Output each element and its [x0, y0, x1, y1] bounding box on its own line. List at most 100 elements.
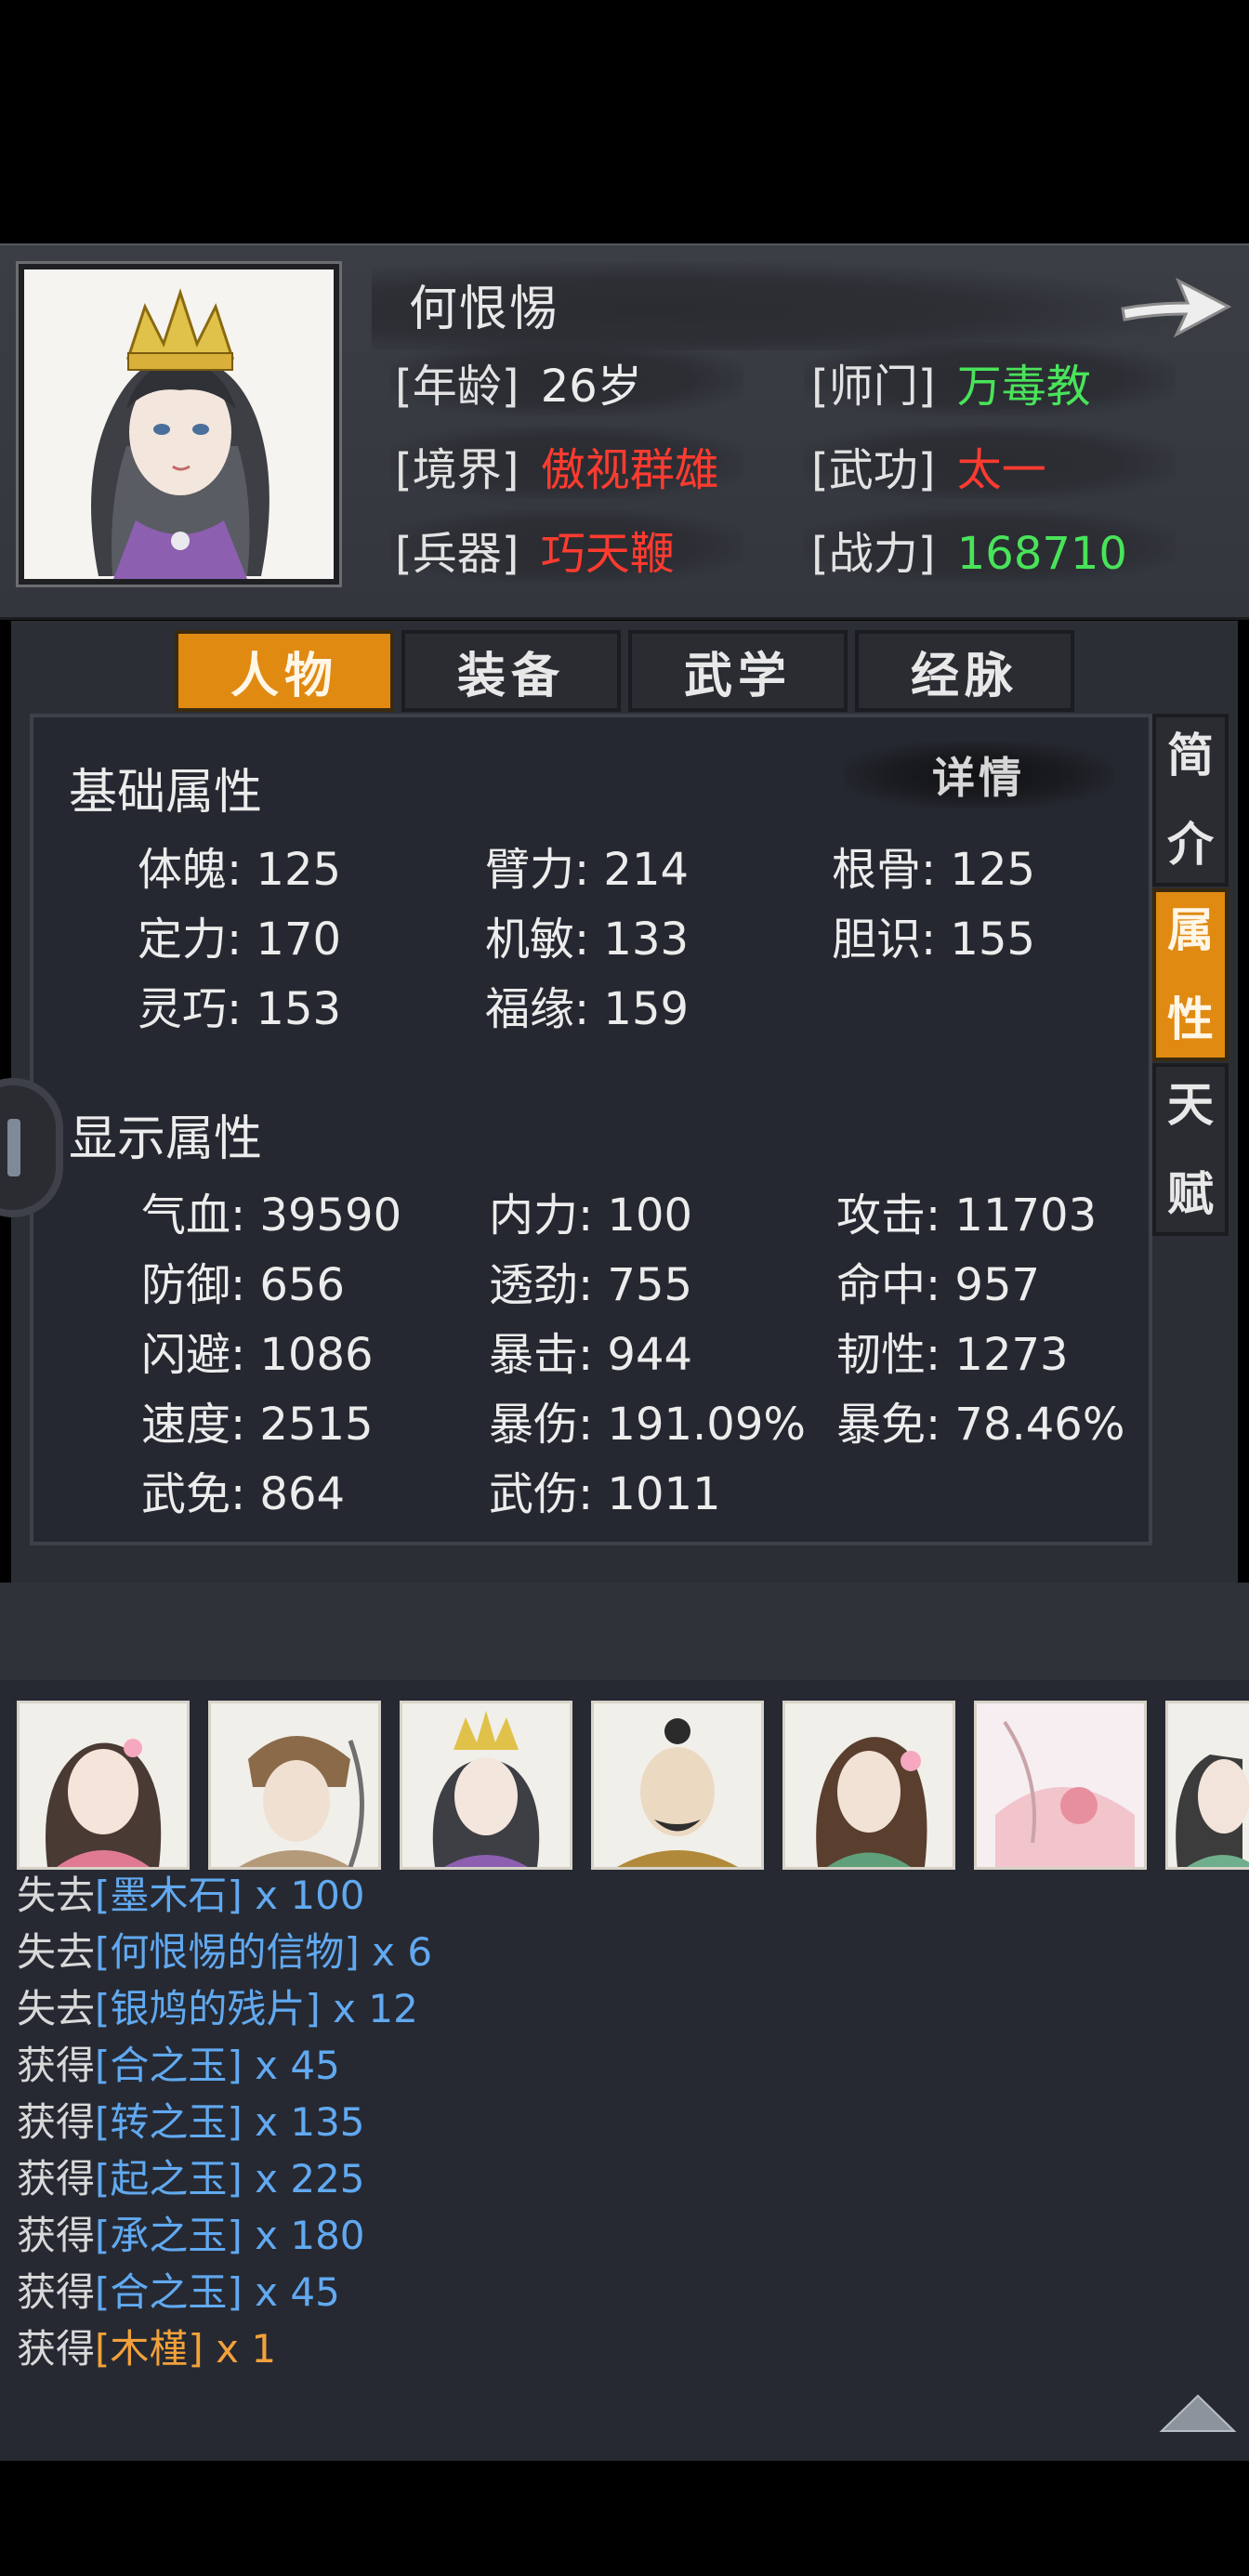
side-tab-talents[interactable]: 天 赋: [1152, 1063, 1229, 1236]
stat-display: 暴伤: 191.09%: [489, 1399, 806, 1451]
log-item[interactable]: [起之玉]: [95, 2156, 243, 2201]
side-tab-char: 性: [1167, 992, 1214, 1046]
stat-base: 定力: 170: [138, 913, 342, 966]
base-attributes-title: 基础属性: [69, 765, 263, 821]
party-portrait[interactable]: [974, 1701, 1147, 1870]
log-verb: 获得: [17, 2269, 96, 2315]
tab-bar: 人物 装备 武学 经脉: [175, 630, 1076, 714]
realm-value: 傲视群雄: [540, 444, 719, 496]
scroll-up-icon[interactable]: [1158, 2390, 1238, 2437]
drawer-handle[interactable]: [0, 1078, 63, 1217]
power-label: [战力]: [811, 528, 936, 580]
stat-display: 武伤: 1011: [489, 1468, 721, 1520]
tab-meridians[interactable]: 经脉: [855, 630, 1074, 712]
log-verb: 获得: [17, 2326, 96, 2372]
log-verb: 失去: [17, 1986, 96, 2031]
stat-display: 暴免: 78.46%: [836, 1399, 1125, 1451]
tab-character[interactable]: 人物: [175, 630, 394, 712]
portrait-illustration: [617, 1718, 738, 1867]
log-item[interactable]: [木槿]: [95, 2326, 204, 2372]
back-arrow-icon[interactable]: [1115, 266, 1236, 344]
drawer-handle-grip: [7, 1119, 20, 1176]
stat-display: 命中: 957: [836, 1259, 1041, 1311]
details-button[interactable]: 详情: [844, 742, 1113, 808]
log-quantity: x 45: [242, 2269, 340, 2315]
side-tab-char: 介: [1167, 817, 1214, 872]
log-verb: 获得: [17, 2213, 96, 2258]
sect-value: 万毒教: [956, 361, 1091, 413]
stat-base: 体魄: 125: [138, 844, 342, 896]
panel-footer: [0, 1583, 1249, 1680]
log-entry: 获得[木槿] x 1: [17, 2318, 276, 2374]
log-item[interactable]: [何恨惕的信物]: [95, 1929, 360, 1975]
side-tab-char: 天: [1167, 1077, 1214, 1132]
log-item[interactable]: [转之玉]: [95, 2099, 243, 2145]
log-quantity: x 6: [359, 1929, 433, 1975]
log-entry: 获得[转之玉] x 135: [17, 2091, 365, 2148]
portrait-illustration: [239, 1736, 364, 1867]
top-blank-area: [0, 0, 1249, 243]
log-quantity: x 45: [242, 2043, 340, 2088]
log-quantity: x 225: [242, 2156, 365, 2201]
info-martial-art: [武功] 太一: [811, 433, 1046, 498]
martial-art-value: 太一: [956, 444, 1046, 496]
tab-martial-arts[interactable]: 武学: [628, 630, 848, 712]
character-name: 何恨惕: [409, 282, 560, 337]
stat-display: 闪避: 1086: [141, 1329, 374, 1381]
portrait-illustration: [46, 1739, 162, 1867]
side-tab-char: 简: [1167, 728, 1214, 782]
info-power: [战力] 168710: [811, 517, 1127, 582]
log-item[interactable]: [墨木石]: [95, 1873, 243, 1918]
realm-label: [境界]: [395, 444, 519, 496]
stat-display: 攻击: 11703: [836, 1189, 1098, 1242]
side-tab-bar: 简 介 属 性 天 赋: [1152, 714, 1229, 1236]
info-realm: [境界] 傲视群雄: [395, 433, 719, 498]
stat-display: 透劲: 755: [489, 1259, 693, 1311]
portrait-illustration: [977, 1703, 1144, 1867]
age-value: 26岁: [540, 361, 642, 413]
party-portrait[interactable]: [17, 1701, 190, 1870]
log-entry: 失去[银鸠的残片] x 12: [17, 1978, 418, 2034]
tab-equipment[interactable]: 装备: [401, 630, 621, 712]
display-attributes-title: 显示属性: [69, 1111, 263, 1167]
stat-base: 福缘: 159: [485, 983, 690, 1035]
stat-display: 武免: 864: [141, 1468, 346, 1520]
side-tab-attributes[interactable]: 属 性: [1152, 888, 1229, 1061]
party-portrait[interactable]: [208, 1701, 381, 1870]
log-entry: 获得[起之玉] x 225: [17, 2148, 365, 2204]
stat-display: 速度: 2515: [141, 1399, 374, 1451]
party-portrait[interactable]: [591, 1701, 764, 1870]
party-portrait[interactable]: [782, 1701, 955, 1870]
log-quantity: x 180: [242, 2213, 365, 2258]
log-entry: 失去[墨木石] x 100: [17, 1864, 365, 1921]
side-tab-char: 赋: [1167, 1166, 1214, 1221]
info-sect: [师门] 万毒教: [811, 349, 1091, 414]
log-quantity: x 1: [203, 2326, 277, 2372]
stat-base: 灵巧: 153: [138, 983, 342, 1035]
log-item[interactable]: [合之玉]: [95, 2269, 243, 2315]
log-item[interactable]: [银鸠的残片]: [95, 1986, 321, 2031]
portrait-illustration: [432, 1711, 540, 1867]
character-portrait: [19, 264, 339, 585]
weapon-value: 巧天鞭: [540, 528, 675, 580]
log-verb: 获得: [17, 2099, 96, 2145]
stat-base: 机敏: 133: [485, 913, 690, 966]
log-verb: 失去: [17, 1873, 96, 1918]
character-header: 何恨惕 [年龄] 26岁 [师门] 万毒教 [境界] 傲视群雄 [武功] 太一 …: [0, 243, 1249, 620]
side-tab-char: 属: [1167, 902, 1214, 957]
side-tab-intro[interactable]: 简 介: [1152, 714, 1229, 887]
portrait-illustration: [1176, 1755, 1249, 1867]
log-item[interactable]: [合之玉]: [95, 2043, 243, 2088]
party-portrait-strip: [0, 1701, 1249, 1872]
log-item[interactable]: [承之玉]: [95, 2213, 243, 2258]
portrait-illustration: [24, 269, 334, 579]
info-weapon: [兵器] 巧天鞭: [395, 517, 675, 582]
info-age: [年龄] 26岁: [395, 349, 642, 414]
log-quantity: x 12: [320, 1986, 418, 2031]
log-quantity: x 100: [242, 1873, 365, 1918]
age-label: [年龄]: [395, 361, 519, 413]
party-portrait[interactable]: [1165, 1701, 1249, 1870]
portrait-illustration: [816, 1737, 927, 1867]
party-portrait[interactable]: [400, 1701, 572, 1870]
stat-display: 暴击: 944: [489, 1329, 693, 1381]
